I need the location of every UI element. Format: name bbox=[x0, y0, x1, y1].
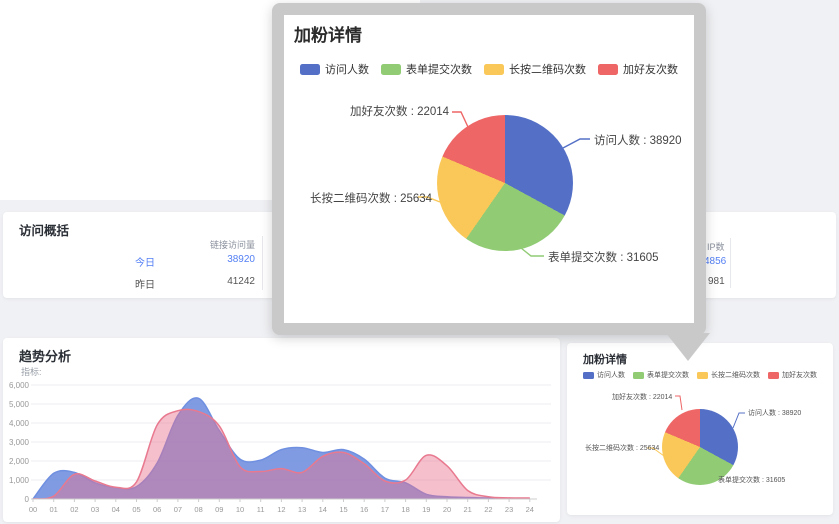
legend-item-form[interactable]: 表单提交次数 bbox=[633, 370, 689, 380]
legend-swatch bbox=[768, 372, 779, 379]
x-axis-tick-label: 19 bbox=[422, 505, 430, 514]
pie-label-form: 表单提交次数 : 31605 bbox=[548, 249, 659, 265]
x-axis-tick-label: 14 bbox=[319, 505, 327, 514]
legend-swatch bbox=[381, 64, 401, 75]
x-axis-tick-label: 09 bbox=[215, 505, 223, 514]
pie-chart[interactable] bbox=[437, 115, 573, 251]
value-link-visits-yesterday: 41242 bbox=[183, 276, 255, 287]
x-axis-tick-label: 05 bbox=[132, 505, 140, 514]
x-axis-tick-label: 18 bbox=[401, 505, 409, 514]
row-label-yesterday[interactable]: 昨日 bbox=[133, 276, 157, 291]
y-axis-tick-label: 3,000 bbox=[9, 438, 30, 447]
row-label-today[interactable]: 今日 bbox=[133, 254, 157, 269]
x-axis-tick-label: 12 bbox=[277, 505, 285, 514]
legend-item-visit[interactable]: 访问人数 bbox=[583, 370, 625, 380]
pie-legend: 访问人数 表单提交次数 长按二维码次数 加好友次数 bbox=[284, 61, 694, 77]
legend-swatch bbox=[300, 64, 320, 75]
x-axis-tick-label: 02 bbox=[70, 505, 78, 514]
trend-analysis-card: 趋势分析 指标: 01,0002,0003,0004,0005,0006,000… bbox=[3, 338, 560, 522]
legend-label: 访问人数 bbox=[325, 61, 369, 77]
popup-title: 加粉详情 bbox=[294, 21, 362, 46]
x-axis-tick-label: 23 bbox=[505, 505, 513, 514]
x-axis-tick-label: 04 bbox=[112, 505, 120, 514]
trend-series-group bbox=[33, 398, 530, 499]
pie-label-friend: 加好友次数 : 22014 bbox=[612, 392, 672, 402]
legend-label: 长按二维码次数 bbox=[711, 370, 760, 380]
value-ip-today: 4856 bbox=[704, 256, 726, 267]
popup-pointer-arrow bbox=[666, 333, 710, 361]
x-axis-tick-label: 20 bbox=[443, 505, 451, 514]
pie-label-form: 表单提交次数 : 31605 bbox=[718, 475, 785, 485]
legend-swatch bbox=[583, 372, 594, 379]
x-axis-tick-label: 24 bbox=[526, 505, 534, 514]
fan-detail-card: 加粉详情 访问人数 表单提交次数 长按二维码次数 加好友次数 加好友次数 : 2… bbox=[567, 343, 833, 515]
legend-label: 表单提交次数 bbox=[647, 370, 689, 380]
y-axis-tick-label: 5,000 bbox=[9, 400, 30, 409]
legend-label: 加好友次数 bbox=[782, 370, 817, 380]
legend-item-form[interactable]: 表单提交次数 bbox=[381, 61, 472, 77]
trend-analysis-title: 趋势分析 bbox=[19, 346, 71, 365]
x-axis-tick-label: 06 bbox=[153, 505, 161, 514]
y-axis-tick-label: 1,000 bbox=[9, 476, 30, 485]
column-header-ip: IP数 bbox=[707, 240, 725, 253]
x-axis-tick-label: 00 bbox=[29, 505, 37, 514]
fan-detail-popup: 加粉详情 访问人数 表单提交次数 长按二维码次数 加好友次数 加好友次数 : 2… bbox=[272, 3, 706, 335]
legend-item-qr[interactable]: 长按二维码次数 bbox=[484, 61, 586, 77]
x-axis-tick-label: 17 bbox=[381, 505, 389, 514]
trend-area-chart[interactable]: 0 1,000 2,000 3,000 4,000 5,000 6,000 00 01 02 03 0… bbox=[3, 376, 560, 522]
legend-item-friend[interactable]: 加好友次数 bbox=[598, 61, 678, 77]
legend-label: 表单提交次数 bbox=[406, 61, 472, 77]
x-axis-tick-label: 15 bbox=[339, 505, 347, 514]
column-divider bbox=[730, 238, 731, 288]
x-axis-tick-label: 07 bbox=[174, 505, 182, 514]
x-axis-tick-label: 08 bbox=[194, 505, 202, 514]
value-ip-yesterday: 981 bbox=[708, 276, 725, 287]
visit-summary-title: 访问概括 bbox=[19, 220, 69, 239]
pie-label-qr: 长按二维码次数 : 25634 bbox=[585, 443, 659, 453]
pie-label-friend: 加好友次数 : 22014 bbox=[350, 103, 449, 119]
legend-label: 加好友次数 bbox=[623, 61, 678, 77]
x-axis-tick-label: 10 bbox=[236, 505, 244, 514]
pie-label-qr: 长按二维码次数 : 25634 bbox=[310, 190, 432, 206]
y-axis-tick-label: 2,000 bbox=[9, 457, 30, 466]
legend-label: 长按二维码次数 bbox=[509, 61, 586, 77]
y-axis-tick-label: 6,000 bbox=[9, 381, 30, 390]
legend-swatch bbox=[633, 372, 644, 379]
fan-detail-title: 加粉详情 bbox=[583, 351, 627, 367]
x-axis-tick-label: 03 bbox=[91, 505, 99, 514]
value-link-visits-today: 38920 bbox=[183, 254, 255, 265]
legend-item-qr[interactable]: 长按二维码次数 bbox=[697, 370, 760, 380]
column-header-link-visits: 链接访问量 bbox=[183, 238, 255, 251]
dashboard-page: { "page": { "background": "#f0f1f4" }, "… bbox=[0, 0, 839, 524]
legend-item-friend[interactable]: 加好友次数 bbox=[768, 370, 817, 380]
legend-item-visit[interactable]: 访问人数 bbox=[300, 61, 369, 77]
x-axis-tick-label: 21 bbox=[464, 505, 472, 514]
x-axis-tick-label: 01 bbox=[50, 505, 58, 514]
pie-chart[interactable] bbox=[662, 409, 738, 485]
legend-label: 访问人数 bbox=[597, 370, 625, 380]
x-axis-tick-label: 11 bbox=[257, 505, 265, 514]
x-axis-tick-label: 16 bbox=[360, 505, 368, 514]
column-divider bbox=[262, 236, 263, 290]
pie-label-visit: 访问人数 : 38920 bbox=[594, 132, 682, 148]
x-axis-tick-label: 13 bbox=[298, 505, 306, 514]
legend-swatch bbox=[697, 372, 708, 379]
y-axis-tick-label: 0 bbox=[25, 495, 30, 504]
legend-swatch bbox=[598, 64, 618, 75]
pie-legend: 访问人数 表单提交次数 长按二维码次数 加好友次数 bbox=[567, 370, 833, 380]
y-axis-tick-label: 4,000 bbox=[9, 419, 30, 428]
legend-swatch bbox=[484, 64, 504, 75]
x-axis-tick-label: 22 bbox=[484, 505, 492, 514]
pie-label-visit: 访问人数 : 38920 bbox=[748, 408, 801, 418]
